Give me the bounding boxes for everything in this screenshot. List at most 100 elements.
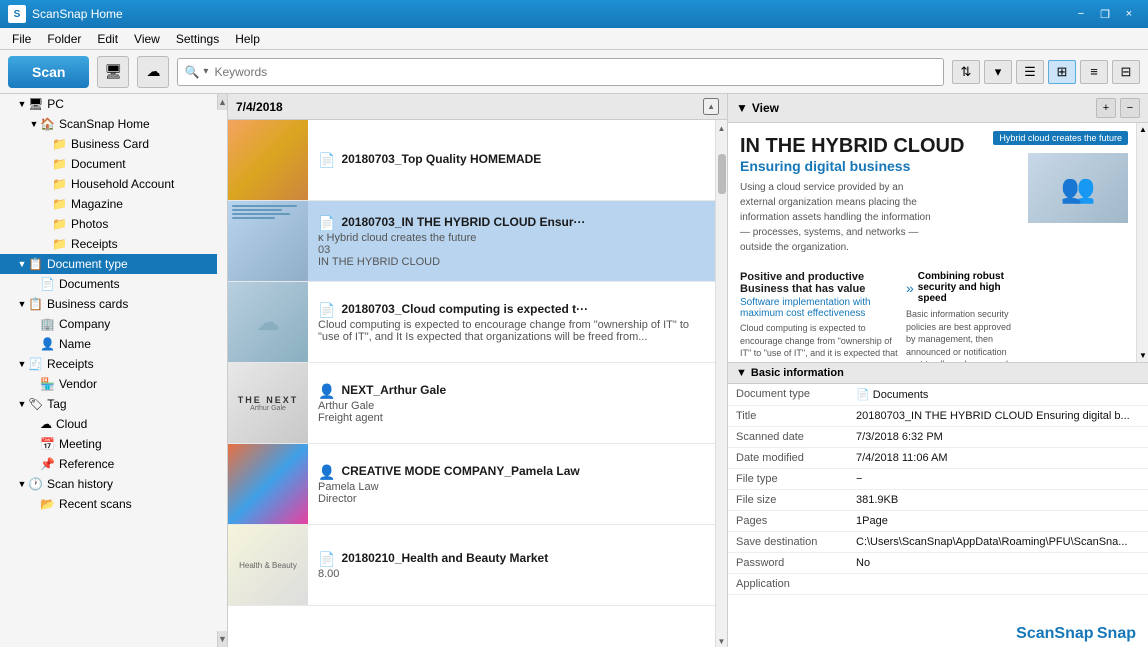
- detail-zoom-out[interactable]: −: [1120, 98, 1140, 118]
- field-label: Application: [728, 574, 848, 595]
- doc-type-icon: 📄: [318, 551, 335, 568]
- doc-item[interactable]: ☁ 📄 20180703_Cloud computing is expected…: [228, 282, 715, 363]
- sidebar-scroll-up[interactable]: ▲: [217, 94, 227, 110]
- field-value: C:\Users\ScanSnap\AppData\Roaming\PFU\Sc…: [848, 532, 1148, 553]
- menu-folder[interactable]: Folder: [39, 30, 89, 48]
- sidebar-item-scan-history[interactable]: ▼ 🕐 Scan history: [0, 474, 217, 494]
- search-input[interactable]: [214, 65, 937, 79]
- device-button[interactable]: 🖥: [97, 56, 129, 88]
- sidebar-item-business-card[interactable]: 📁 Business Card: [0, 134, 217, 154]
- restore-button[interactable]: ❐: [1094, 6, 1116, 22]
- panel-toggle-button[interactable]: ⊟: [1112, 60, 1140, 84]
- field-label: Save destination: [728, 532, 848, 553]
- sidebar-item-name[interactable]: 👤 Name: [0, 334, 217, 354]
- preview-far-right-text: Basic information security policies are …: [906, 308, 1016, 363]
- field-label: Password: [728, 553, 848, 574]
- cloud-tag-icon: ☁: [40, 417, 52, 431]
- document-list: 📄 20180703_Top Quality HOMEMADE: [228, 120, 715, 647]
- sidebar-item-scansnap-home[interactable]: ▼ 🏠 ScanSnap Home: [0, 114, 217, 134]
- thumb-business: THE NEXT Arthur Gale: [228, 363, 308, 443]
- scroll-up-btn[interactable]: ▲: [716, 120, 727, 134]
- preview-scroll-down[interactable]: ▼: [1137, 349, 1148, 362]
- doc-title: 20180703_Top Quality HOMEMADE: [341, 152, 541, 166]
- preview-highlight: Software implementation with maximum cos…: [740, 297, 898, 319]
- sidebar-item-company[interactable]: 🏢 Company: [0, 314, 217, 334]
- search-dropdown-icon[interactable]: ▾: [203, 66, 208, 77]
- field-value: 📄 Documents: [848, 384, 1148, 406]
- doc-item-selected[interactable]: 📄 20180703_IN THE HYBRID CLOUD Ensur··· …: [228, 201, 715, 282]
- triangle-down-icon: ▼: [736, 367, 747, 379]
- search-box: 🔍 ▾: [177, 58, 944, 86]
- menu-bar: File Folder Edit View Settings Help: [0, 28, 1148, 50]
- doc-info: 📄 20180703_Top Quality HOMEMADE: [308, 120, 715, 200]
- collapse-arrow: ▼: [28, 119, 40, 129]
- sidebar-item-document-type[interactable]: ▼ 📋 Document type: [0, 254, 217, 274]
- sidebar-item-magazine[interactable]: 📁 Magazine: [0, 194, 217, 214]
- cloud-button[interactable]: ☁: [137, 56, 169, 88]
- menu-settings[interactable]: Settings: [168, 30, 227, 48]
- table-row: Document type 📄 Documents: [728, 384, 1148, 406]
- table-row: Title 20180703_IN THE HYBRID CLOUD Ensur…: [728, 406, 1148, 427]
- preview-scroll-up[interactable]: ▲: [1137, 123, 1148, 136]
- sidebar-item-pc[interactable]: ▼ 🖥 PC: [0, 94, 217, 114]
- sidebar-item-meeting[interactable]: 📅 Meeting: [0, 434, 217, 454]
- preview-bottom-row: Positive and productive Business that ha…: [740, 271, 1016, 363]
- doc-title: 20180703_IN THE HYBRID CLOUD Ensur···: [341, 215, 585, 229]
- doc-title: 20180210_Health and Beauty Market: [341, 551, 548, 565]
- list-view-button[interactable]: ☰: [1016, 60, 1044, 84]
- date-header: 7/4/2018: [236, 100, 283, 114]
- person-icon: 👤: [40, 337, 55, 351]
- thumb-food: [228, 120, 308, 200]
- close-button[interactable]: ×: [1118, 6, 1140, 22]
- sidebar-item-reference[interactable]: 📌 Reference: [0, 454, 217, 474]
- sidebar-item-document[interactable]: 📁 Document: [0, 154, 217, 174]
- sidebar-item-household-account[interactable]: 📁 Household Account: [0, 174, 217, 194]
- sidebar-item-recent-scans[interactable]: 📂 Recent scans: [0, 494, 217, 514]
- table-row: Scanned date 7/3/2018 6:32 PM: [728, 427, 1148, 448]
- scan-button[interactable]: Scan: [8, 56, 89, 88]
- preview-col-right-title: Positive and productive: [740, 271, 898, 283]
- sidebar-item-photos[interactable]: 📁 Photos: [0, 214, 217, 234]
- collapse-icon: ▼: [16, 99, 28, 109]
- doc-item[interactable]: 📄 20180703_Top Quality HOMEMADE: [228, 120, 715, 201]
- doc-type-value-text: Documents: [873, 389, 929, 401]
- home-icon: 🏠: [40, 117, 55, 131]
- folder-icon: 📁: [52, 137, 67, 151]
- menu-view[interactable]: View: [126, 30, 168, 48]
- menu-help[interactable]: Help: [227, 30, 268, 48]
- sidebar-item-documents[interactable]: 📄 Documents: [0, 274, 217, 294]
- sidebar-item-receipts-doctype[interactable]: ▼ 🧾 Receipts: [0, 354, 217, 374]
- detail-view-button[interactable]: ≡: [1080, 60, 1108, 84]
- sidebar-item-tag[interactable]: ▼ 🏷 Tag: [0, 394, 217, 414]
- minimize-button[interactable]: −: [1070, 6, 1092, 22]
- sidebar-item-vendor[interactable]: 🏪 Vendor: [0, 374, 217, 394]
- doc-item[interactable]: 👤 CREATIVE MODE COMPANY_Pamela Law Pamel…: [228, 444, 715, 525]
- menu-edit[interactable]: Edit: [89, 30, 126, 48]
- content-scroll-up-btn[interactable]: ▲: [703, 98, 719, 115]
- detail-zoom-in[interactable]: +: [1096, 98, 1116, 118]
- doc-item[interactable]: THE NEXT Arthur Gale 👤 NEXT_Arthur Gale …: [228, 363, 715, 444]
- sidebar-item-business-cards[interactable]: ▼ 📋 Business cards: [0, 294, 217, 314]
- thumb-cloud: ☁: [228, 282, 308, 362]
- scroll-down-btn[interactable]: ▼: [716, 633, 727, 647]
- meeting-icon: 📅: [40, 437, 55, 451]
- tag-icon: 🏷: [28, 397, 43, 411]
- sort-button[interactable]: ⇅: [952, 60, 980, 84]
- sidebar-item-receipts-home[interactable]: 📁 Receipts: [0, 234, 217, 254]
- doc-item[interactable]: Health & Beauty 📄 20180210_Health and Be…: [228, 525, 715, 606]
- toolbar: Scan 🖥 ☁ 🔍 ▾ ⇅ ▾ ☰ ⊞ ≡ ⊟: [0, 50, 1148, 94]
- sort-options-button[interactable]: ▾: [984, 60, 1012, 84]
- field-value: 1Page: [848, 511, 1148, 532]
- sidebar-scroll-down[interactable]: ▼: [217, 631, 227, 647]
- detail-header: ▼ View + −: [728, 94, 1148, 123]
- folder-icon: 📁: [52, 237, 67, 251]
- sidebar-item-cloud[interactable]: ☁ Cloud: [0, 414, 217, 434]
- grid-view-button[interactable]: ⊞: [1048, 60, 1076, 84]
- preview-far-right: » Combining robust security and high spe…: [906, 271, 1016, 363]
- info-table: Document type 📄 Documents Title 20180703…: [728, 384, 1148, 595]
- scroll-thumb[interactable]: [718, 154, 726, 194]
- sidebar: ▼ 🖥 PC ▼ 🏠 ScanSnap Home 📁 Business Card…: [0, 94, 228, 647]
- field-label: Date modified: [728, 448, 848, 469]
- table-row: File type −: [728, 469, 1148, 490]
- menu-file[interactable]: File: [4, 30, 39, 48]
